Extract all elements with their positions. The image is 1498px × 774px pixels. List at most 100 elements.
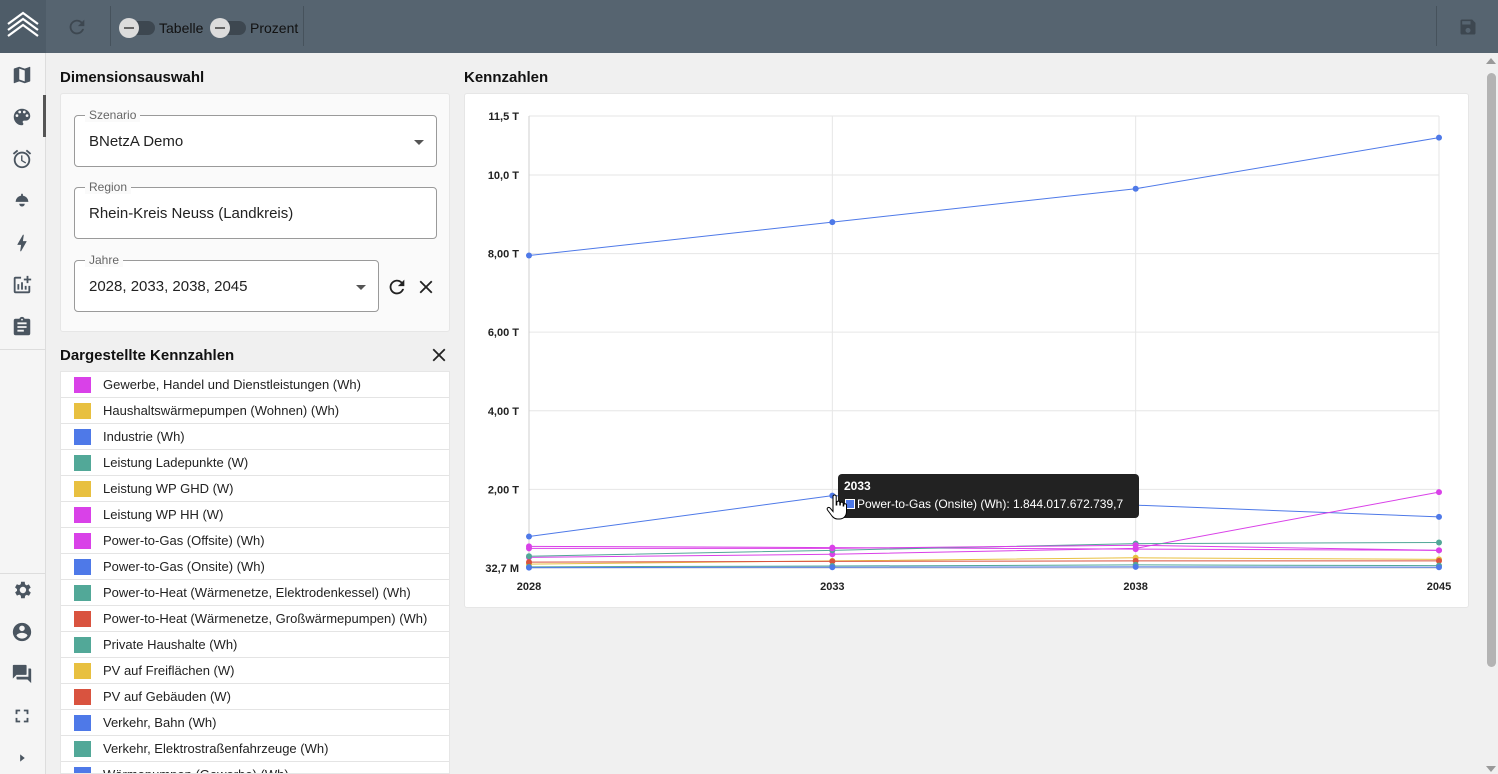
y-tick-label: 4,00 T: [488, 406, 519, 418]
color-swatch[interactable]: [74, 715, 91, 731]
color-swatch[interactable]: [74, 611, 91, 627]
list-item-label: PV auf Freiflächen (W): [103, 663, 235, 678]
color-swatch[interactable]: [74, 637, 91, 653]
add-chart-icon[interactable]: [11, 274, 33, 296]
data-point: [829, 219, 836, 226]
page-scrollbar[interactable]: [1484, 53, 1498, 774]
list-item[interactable]: Leistung WP GHD (W): [61, 476, 449, 502]
color-swatch[interactable]: [74, 663, 91, 679]
list-item[interactable]: Power-to-Gas (Offsite) (Wh): [61, 528, 449, 554]
list-item[interactable]: Haushaltswärmepumpen (Wohnen) (Wh): [61, 398, 449, 424]
scenario-select[interactable]: Szenario BNetzA Demo: [74, 108, 437, 167]
color-swatch[interactable]: [74, 429, 91, 445]
list-item-label: PV auf Gebäuden (W): [103, 689, 231, 704]
list-item-label: Private Haushalte (Wh): [103, 637, 238, 652]
alarm-icon[interactable]: [11, 148, 33, 170]
save-icon[interactable]: [1458, 17, 1478, 37]
chevron-right-icon[interactable]: [11, 747, 33, 769]
chat-icon[interactable]: [11, 663, 33, 685]
nav-divider: [0, 349, 46, 350]
color-swatch[interactable]: [74, 455, 91, 471]
color-swatch[interactable]: [74, 377, 91, 393]
list-item-label: Wärmepumpen (Gewerbe) (Wh): [103, 767, 289, 773]
scrollbar-thumb[interactable]: [1487, 73, 1496, 667]
list-item[interactable]: Verkehr, Bahn (Wh): [61, 710, 449, 736]
list-item[interactable]: Leistung WP HH (W): [61, 502, 449, 528]
color-swatch[interactable]: [74, 403, 91, 419]
data-point: [1436, 489, 1442, 496]
clipboard-icon[interactable]: [11, 316, 33, 338]
y-tick-label: 32,7 M: [485, 563, 519, 575]
fullscreen-icon[interactable]: [11, 705, 33, 727]
list-item[interactable]: Gewerbe, Handel und Dienstleistungen (Wh…: [61, 372, 449, 398]
list-item[interactable]: Power-to-Heat (Wärmenetze, Elektrodenkes…: [61, 580, 449, 606]
region-value: Rhein-Kreis Neuss (Landkreis): [89, 205, 294, 222]
reset-years-icon[interactable]: [386, 276, 408, 298]
refresh-icon[interactable]: [66, 16, 88, 38]
percent-toggle-switch[interactable]: [210, 18, 246, 38]
data-point: [1132, 563, 1139, 570]
years-select[interactable]: Jahre 2028, 2033, 2038, 2045: [74, 253, 379, 312]
account-icon[interactable]: [11, 621, 33, 643]
region-field[interactable]: Region Rhein-Kreis Neuss (Landkreis): [74, 180, 437, 239]
color-swatch[interactable]: [74, 481, 91, 497]
years-label: Jahre: [85, 253, 124, 267]
color-swatch[interactable]: [74, 689, 91, 705]
color-swatch[interactable]: [74, 559, 91, 575]
percent-toggle[interactable]: Prozent: [210, 18, 298, 38]
chart-tooltip: 2033 Power-to-Gas (Onsite) (Wh): 1.844.0…: [838, 474, 1139, 518]
data-point: [526, 564, 532, 571]
data-point: [1132, 542, 1139, 549]
tooltip-text: Power-to-Gas (Onsite) (Wh): 1.844.017.67…: [857, 497, 1124, 511]
lamp-icon[interactable]: [11, 190, 33, 212]
close-icon[interactable]: [428, 344, 450, 366]
x-tick-label: 2033: [820, 581, 844, 593]
color-swatch[interactable]: [74, 741, 91, 757]
list-item[interactable]: Verkehr, Elektrostraßenfahrzeuge (Wh): [61, 736, 449, 762]
data-point: [1436, 513, 1442, 520]
tooltip-title: 2033: [844, 479, 871, 493]
chevron-down-icon: [414, 140, 424, 145]
color-swatch[interactable]: [74, 767, 91, 773]
list-item-label: Power-to-Heat (Wärmenetze, Großwärmepump…: [103, 611, 428, 626]
data-point: [829, 545, 836, 552]
scroll-up-icon[interactable]: [1486, 58, 1496, 64]
scenario-value: BNetzA Demo: [89, 133, 184, 150]
list-item[interactable]: Private Haushalte (Wh): [61, 632, 449, 658]
list-item[interactable]: Leistung Ladepunkte (W): [61, 450, 449, 476]
color-swatch[interactable]: [74, 507, 91, 523]
list-item-label: Verkehr, Elektrostraßenfahrzeuge (Wh): [103, 741, 329, 756]
series-line: [528, 560, 1439, 563]
list-item[interactable]: PV auf Gebäuden (W): [61, 684, 449, 710]
list-item-label: Leistung WP HH (W): [103, 507, 224, 522]
table-toggle[interactable]: Tabelle: [119, 18, 203, 38]
palette-icon[interactable]: [11, 106, 33, 128]
list-item[interactable]: Power-to-Heat (Wärmenetze, Großwärmepump…: [61, 606, 449, 632]
table-toggle-switch[interactable]: [119, 18, 155, 38]
list-item[interactable]: Wärmepumpen (Gewerbe) (Wh): [61, 762, 449, 773]
y-tick-label: 2,00 T: [488, 484, 519, 496]
top-toolbar: Tabelle Prozent: [0, 0, 1498, 53]
kpi-list: Gewerbe, Handel und Dienstleistungen (Wh…: [60, 371, 450, 774]
app-logo[interactable]: [0, 0, 46, 53]
color-swatch[interactable]: [74, 533, 91, 549]
data-point: [526, 252, 532, 259]
clear-years-icon[interactable]: [415, 276, 437, 298]
list-item[interactable]: Power-to-Gas (Onsite) (Wh): [61, 554, 449, 580]
line-chart[interactable]: 32,7 M 2,00 T 4,00 T 6,00 T 8,00 T 10,0 T 11,5…: [465, 94, 1470, 609]
toolbar-divider: [303, 6, 304, 46]
gear-icon[interactable]: [11, 579, 33, 601]
data-point: [526, 533, 532, 540]
scroll-down-icon[interactable]: [1486, 766, 1496, 772]
list-item[interactable]: Industrie (Wh): [61, 424, 449, 450]
bolt-icon[interactable]: [11, 232, 33, 254]
data-point: [1436, 134, 1442, 141]
list-item-label: Power-to-Gas (Onsite) (Wh): [103, 559, 265, 574]
series-line: [528, 137, 1440, 257]
map-icon[interactable]: [11, 64, 33, 86]
years-value: 2028, 2033, 2038, 2045: [89, 278, 248, 295]
dimension-panel: Szenario BNetzA Demo Region Rhein-Kreis …: [60, 93, 450, 332]
color-swatch[interactable]: [74, 585, 91, 601]
list-item[interactable]: PV auf Freiflächen (W): [61, 658, 449, 684]
list-item-label: Leistung Ladepunkte (W): [103, 455, 249, 470]
